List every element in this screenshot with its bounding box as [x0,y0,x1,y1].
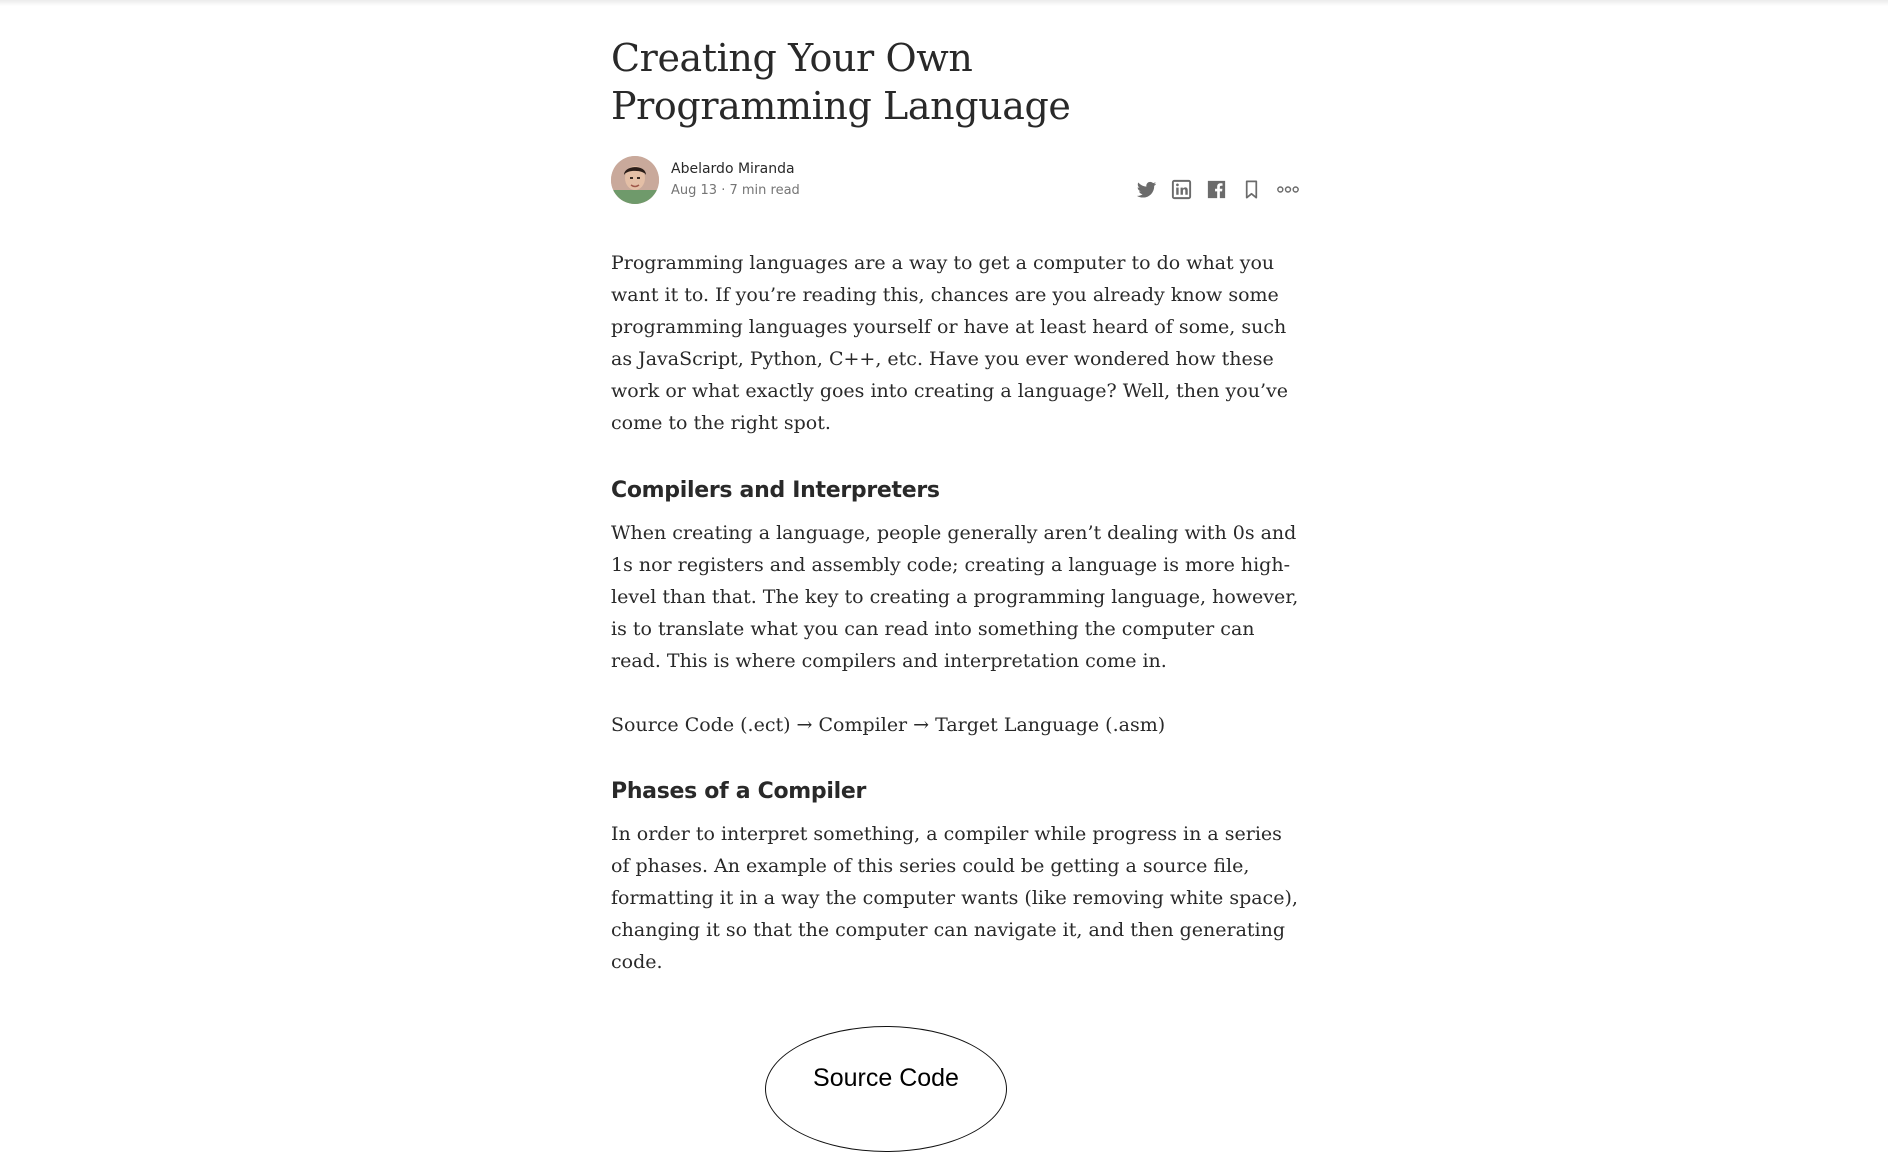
compiler-diagram: Source Code [611,1026,1301,1156]
twitter-icon[interactable] [1135,178,1158,201]
paragraph-compilers: When creating a language, people general… [611,522,1299,672]
author-name[interactable]: Abelardo Miranda [671,159,800,179]
diagram-node-source-code: Source Code [765,1026,1007,1152]
article: Creating Your Own Programming Language A… [611,34,1301,1156]
facebook-icon[interactable] [1205,178,1228,201]
bookmark-icon[interactable] [1240,178,1263,201]
byline: Abelardo Miranda Aug 13 · 7 min read [611,156,1301,206]
paragraph-pipeline: Source Code (.ect) → Compiler → Target L… [611,714,1166,736]
post-meta: Aug 13 · 7 min read [671,183,800,198]
heading-compilers: Compilers and Interpreters [611,478,940,503]
more-icon[interactable] [1275,178,1301,201]
diagram-node-label: Source Code [813,1063,959,1092]
article-title: Creating Your Own Programming Language [611,36,1071,128]
paragraph-intro: Programming languages are a way to get a… [611,252,1288,434]
heading-phases: Phases of a Compiler [611,779,867,804]
author-avatar[interactable] [611,156,659,204]
linkedin-icon[interactable] [1170,178,1193,201]
header-shadow [0,0,1888,6]
paragraph-phases: In order to interpret something, a compi… [611,823,1298,973]
share-bar [1135,178,1301,201]
